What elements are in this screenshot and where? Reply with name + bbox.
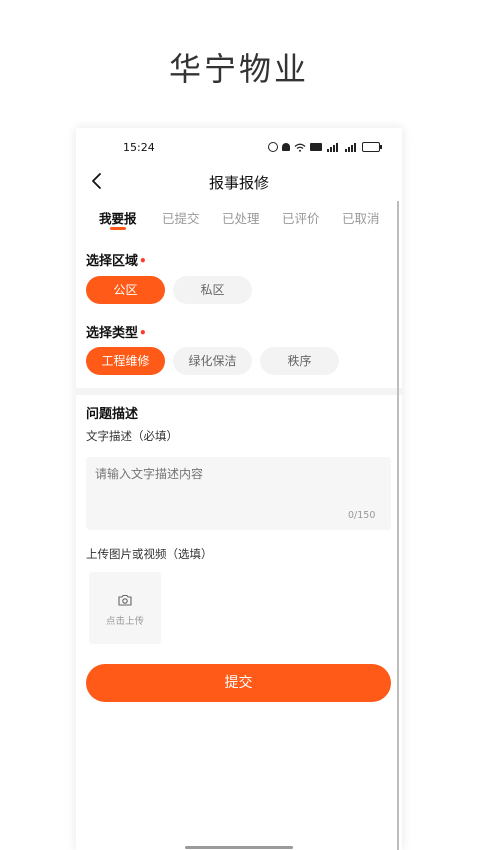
promo-title: 华宁物业	[168, 50, 309, 88]
type-section-label: 选择类型•	[86, 322, 147, 341]
upload-tile[interactable]: 点击上传	[89, 572, 161, 644]
bell-icon	[282, 143, 290, 151]
type-option-order[interactable]: 秩序	[260, 347, 339, 375]
home-indicator	[185, 846, 293, 849]
tab-report[interactable]: 我要报	[99, 208, 137, 227]
status-bar: 15:24	[76, 128, 402, 168]
description-textarea[interactable]	[86, 457, 391, 530]
type-option-greening[interactable]: 绿化保洁	[173, 347, 252, 375]
active-tab-indicator	[110, 227, 126, 230]
hd-icon	[310, 143, 322, 151]
upload-label: 上传图片或视频（选填）	[86, 547, 213, 561]
area-section-label: 选择区域•	[86, 250, 147, 269]
text-description-label: 文字描述（必填）	[86, 429, 178, 443]
upload-tile-text: 点击上传	[105, 616, 144, 627]
tab-submitted[interactable]: 已提交	[162, 208, 200, 227]
battery-icon	[362, 142, 382, 152]
scrollbar[interactable]	[397, 201, 399, 850]
nav-header: 报事报修	[76, 168, 402, 196]
area-option-public[interactable]: 公区	[86, 276, 165, 304]
camera-icon	[118, 594, 132, 606]
tab-processed[interactable]: 已处理	[222, 208, 260, 227]
section-divider	[76, 388, 402, 395]
area-option-private[interactable]: 私区	[173, 276, 252, 304]
submit-button[interactable]: 提交	[86, 664, 391, 702]
required-mark: •	[139, 254, 147, 268]
status-time: 15:24	[123, 141, 155, 154]
alarm-icon	[268, 142, 278, 152]
tab-cancelled[interactable]: 已取消	[342, 208, 380, 227]
tab-rated[interactable]: 已评价	[282, 208, 320, 227]
page-title: 报事报修	[208, 174, 269, 192]
type-option-engineering[interactable]: 工程维修	[86, 347, 165, 375]
description-title: 问题描述	[86, 407, 139, 422]
type-label-text: 选择类型	[86, 326, 139, 341]
required-mark: •	[139, 326, 147, 340]
char-counter: 0/150	[348, 510, 376, 521]
signal-icon-sim1	[327, 142, 338, 152]
status-icons	[268, 141, 382, 153]
wifi-icon	[294, 143, 306, 152]
signal-icon-sim2	[345, 142, 356, 152]
phone-screen: 15:24 报事报修 我要报 已提交 已处理 已评价 已取消 选择区域• 公区 …	[76, 128, 402, 850]
tab-bar: 我要报 已提交 已处理 已评价 已取消	[90, 208, 390, 232]
area-label-text: 选择区域	[86, 254, 139, 269]
